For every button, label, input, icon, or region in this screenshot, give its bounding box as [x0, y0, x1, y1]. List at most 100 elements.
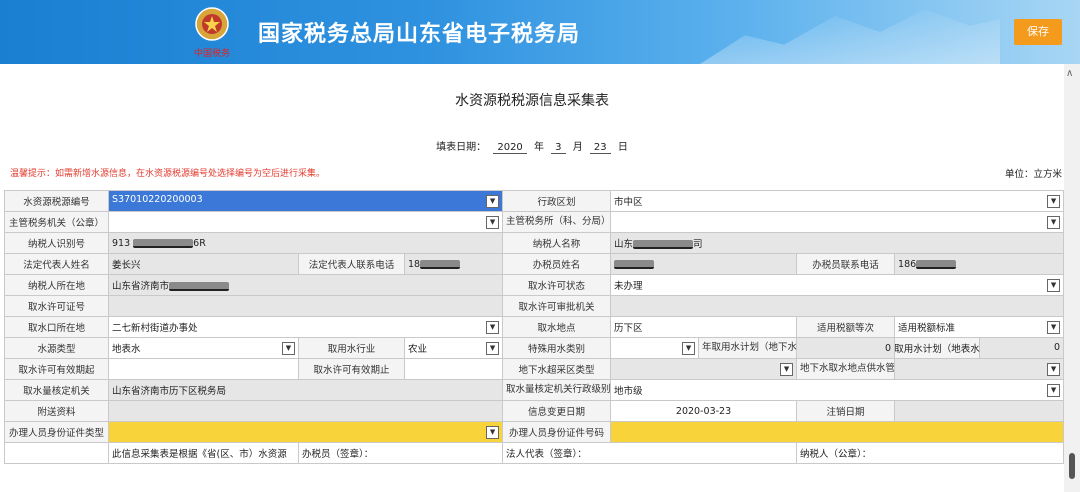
chevron-down-icon[interactable]: ▼	[486, 426, 500, 439]
row-handler-id: 办理人员身份证件类型 ▼ 办理人员身份证件号码	[4, 421, 1065, 443]
site-title: 国家税务总局山东省电子税务局	[258, 22, 581, 47]
label-verify-authority: 取水量核定机关	[4, 379, 109, 401]
row-water-source: 水源类型 ▼ 地表水 取用水行业 ▼ 农业 特殊用水类别 ▼ 年取用水计划（地下水）…	[4, 337, 1065, 359]
chevron-down-icon[interactable]: ▼	[1047, 195, 1061, 208]
svg-text:中国税务: 中国税务	[194, 47, 230, 59]
select-source-number[interactable]: ▼ S37010220200003	[107, 190, 504, 212]
select-tax-grade[interactable]: ▼ 适用税额标准	[894, 316, 1065, 338]
label-source-number: 水资源税源编号	[4, 190, 109, 212]
select-admin-region[interactable]: ▼ 市中区	[610, 190, 1065, 212]
tax-emblem-icon: 中国税务	[194, 7, 230, 59]
label-pipe-coverage: 地下水取水地点供水管网是否覆盖	[796, 358, 896, 380]
redaction-mask	[633, 240, 694, 249]
label-handler-id-number: 办理人员身份证件号码	[502, 421, 612, 443]
surface-water-plan-value[interactable]: 0	[980, 338, 1063, 358]
cancel-date-field[interactable]	[894, 400, 1065, 422]
groundwater-plan-value[interactable]: 0	[796, 337, 896, 359]
label-permit-end: 取水许可有效期止	[298, 358, 405, 380]
select-verify-level[interactable]: ▼ 地市级	[610, 379, 1065, 401]
redaction-mask	[916, 259, 957, 269]
label-legal-rep-phone: 法定代表人联系电话	[298, 253, 405, 275]
label-surface-water-plan: 年取用水计划（地表水）	[895, 338, 989, 358]
chevron-down-icon[interactable]: ▼	[486, 216, 500, 229]
legal-rep-phone-value: 18	[403, 253, 504, 275]
label-legal-rep-name: 法定代表人姓名	[4, 253, 109, 275]
chevron-down-icon[interactable]: ▼	[282, 342, 295, 355]
select-handler-id-type[interactable]: ▼	[107, 421, 504, 443]
legal-rep-name-value: 姜长兴	[108, 253, 299, 275]
scroll-up-icon[interactable]: ∧	[1066, 68, 1073, 79]
label-permit-number: 取水许可证号	[4, 295, 109, 317]
year-unit-label: 年	[533, 142, 544, 153]
form-title: 水资源税税源信息采集表	[455, 93, 609, 109]
label-tax-grade: 适用税额等次	[796, 316, 896, 338]
redaction-mask	[420, 259, 461, 269]
select-pipe-coverage[interactable]: ▼	[894, 358, 1065, 380]
row-permit-validity: 取水许可有效期起 取水许可有效期止 地下水超采区类型 ▼ 地下水取水地点供水管网…	[4, 358, 1065, 380]
select-tax-authority[interactable]: ▼	[107, 211, 504, 233]
day-unit-label: 日	[617, 142, 628, 153]
row-legal-rep: 法定代表人姓名 姜长兴 法定代表人联系电话 18 办税员姓名 办税员联系电话 1…	[4, 253, 1065, 275]
tax-officer-phone-value: 186	[894, 253, 1065, 275]
chevron-down-icon[interactable]: ▼	[1047, 216, 1061, 229]
chevron-down-icon[interactable]: ▼	[1047, 321, 1061, 334]
row-verify-authority: 取水量核定机关 山东省济南市历下区税务局 取水量核定机关行政级别 ▼ 地市级	[4, 379, 1065, 401]
chevron-down-icon[interactable]: ▼	[486, 321, 500, 334]
label-tax-officer-phone: 办税员联系电话	[796, 253, 896, 275]
select-intake-location[interactable]: ▼ 二七新村街道办事处	[107, 316, 504, 338]
label-change-date: 信息变更日期	[502, 400, 612, 422]
label-permit-status: 取水许可状态	[502, 274, 612, 296]
chevron-down-icon[interactable]: ▼	[1047, 363, 1061, 376]
label-groundwater-plan: 年取用水计划（地下水）	[698, 337, 798, 359]
label-attachments: 附送资料	[4, 400, 109, 422]
permit-end-field[interactable]	[403, 358, 504, 380]
unit-label: 单位：立方米	[1004, 169, 1062, 180]
select-water-industry[interactable]: ▼ 农业	[403, 337, 504, 359]
legal-rep-signature: 法人代表（签章）：	[502, 442, 798, 464]
label-handler-id-type: 办理人员身份证件类型	[4, 421, 109, 443]
row-permit-number: 取水许可证号 取水许可审批机关	[4, 295, 1065, 317]
handler-id-number-field[interactable]	[610, 421, 1065, 443]
select-special-use[interactable]: ▼	[610, 337, 700, 359]
chevron-down-icon[interactable]: ▼	[682, 342, 696, 355]
declaration-text: 此信息采集表是根据《省(区、市）水资源	[108, 442, 299, 464]
attachments-field[interactable]	[107, 400, 504, 422]
label-admin-region: 行政区划	[502, 190, 612, 212]
label-permit-authority: 取水许可审批机关	[502, 295, 612, 317]
chevron-down-icon[interactable]: ▼	[1047, 384, 1061, 397]
warm-tip: 温馨提示：如需新增水源信息，在水资源税源编号处选择编号为空后进行采集。	[10, 169, 326, 179]
label-water-industry: 取用水行业	[298, 337, 405, 359]
fill-date-label: 填表日期：	[436, 142, 487, 153]
water-resource-tax-form: 水资源税源编号 ▼ S37010220200003 行政区划 ▼ 市中区 主管税务机…	[4, 190, 1065, 464]
taxpayer-seal: 纳税人（公章）：	[796, 442, 1065, 464]
taxpayer-id-value: 913 6R	[107, 232, 504, 254]
chevron-down-icon[interactable]: ▼	[486, 195, 500, 208]
label-special-use: 特殊用水类别	[502, 337, 612, 359]
chevron-down-icon[interactable]: ▼	[780, 363, 794, 376]
select-water-source-type[interactable]: ▼ 地表水	[108, 337, 299, 359]
permit-authority-field[interactable]	[610, 295, 1065, 317]
chevron-down-icon[interactable]: ▼	[1047, 279, 1061, 292]
chevron-down-icon[interactable]: ▼	[486, 342, 500, 355]
scrollbar-thumb[interactable]	[1069, 453, 1075, 479]
permit-number-field[interactable]	[107, 295, 504, 317]
label-taxpayer-location: 纳税人所在地	[4, 274, 109, 296]
row-intake: 取水口所在地 ▼ 二七新村街道办事处 取水地点 历下区 适用税额等次 ▼ 适用税额标…	[4, 316, 1065, 338]
select-tax-office[interactable]: ▼	[610, 211, 1065, 233]
taxpayer-location-value: 山东省济南市	[107, 274, 504, 296]
row-attachments: 附送资料 信息变更日期 2020-03-23 注销日期	[4, 400, 1065, 422]
redaction-mask	[614, 259, 655, 269]
permit-start-field[interactable]	[108, 358, 299, 380]
select-overdraft-zone[interactable]: ▼	[610, 358, 798, 380]
surface-water-plan-cell: 年取用水计划（地表水） 0	[894, 337, 1065, 359]
taxpayer-name-value: 山东司	[610, 232, 1065, 254]
redaction-mask	[133, 238, 194, 248]
intake-site-value[interactable]: 历下区	[610, 316, 798, 338]
vertical-scrollbar[interactable]	[1064, 64, 1080, 492]
select-permit-status[interactable]: ▼ 未办理	[610, 274, 1065, 296]
change-date-value[interactable]: 2020-03-23	[610, 400, 798, 422]
label-taxpayer-id: 纳税人识别号	[4, 232, 109, 254]
redaction-mask	[169, 282, 230, 291]
save-button[interactable]: 保存	[1014, 19, 1062, 45]
label-tax-officer-name: 办税员姓名	[502, 253, 612, 275]
